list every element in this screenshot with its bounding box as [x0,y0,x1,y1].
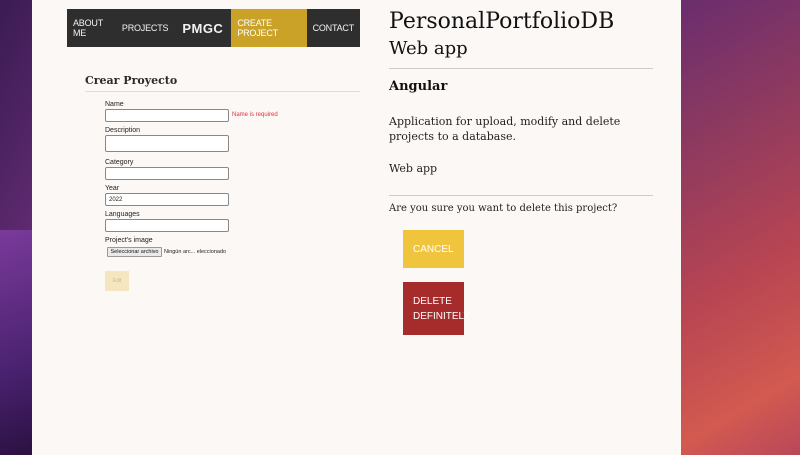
project-image-label: Project's image [105,237,153,244]
delete-definitely-button[interactable]: Delete definitely [403,282,470,335]
nav-item-create-project[interactable]: Create project [231,9,307,47]
languages-label: Languages [105,211,140,218]
delete-confirmation-question: Are you sure you want to delete this pro… [389,203,618,214]
name-input[interactable] [105,109,229,122]
nav-item-projects[interactable]: Projects [116,9,174,47]
nav-logo[interactable]: PMGC [174,9,231,47]
delete-button-label-line1: Delete [413,295,452,307]
choose-file-button[interactable]: Seleccionar archivo [107,247,162,257]
submit-button[interactable]: Edit [105,271,129,291]
name-label: Name [105,101,124,108]
project-technology: Angular [389,79,448,94]
wallpaper-shape-right [680,0,800,455]
cancel-button[interactable]: Cancel [403,230,464,268]
project-description: Application for upload, modify and delet… [389,115,621,143]
page-container: About me Projects PMGC Create project Co… [32,0,681,455]
nav-item-contact[interactable]: Contact [307,9,360,47]
file-status-text: Ningún arc... eleccionado [164,249,227,255]
category-label: Category [105,159,134,166]
top-navbar: About me Projects PMGC Create project Co… [67,9,360,47]
year-input[interactable]: 2022 [105,193,229,206]
project-category: Web app [389,162,438,175]
project-divider-top [389,68,653,69]
delete-button-label-line2: definitely [413,310,471,322]
form-title: Crear Proyecto [85,74,178,87]
name-error-message: Name is required [232,112,278,118]
project-subtitle: Web app [389,38,468,59]
languages-input[interactable] [105,219,229,232]
project-divider-bottom [389,195,653,196]
form-divider [85,91,360,92]
category-input[interactable] [105,167,229,180]
description-label: Description [105,127,141,134]
project-title: PersonalPortfolioDB [389,9,615,34]
year-label: Year [105,185,120,192]
description-textarea[interactable] [105,135,229,152]
nav-item-about-me[interactable]: About me [67,9,116,47]
